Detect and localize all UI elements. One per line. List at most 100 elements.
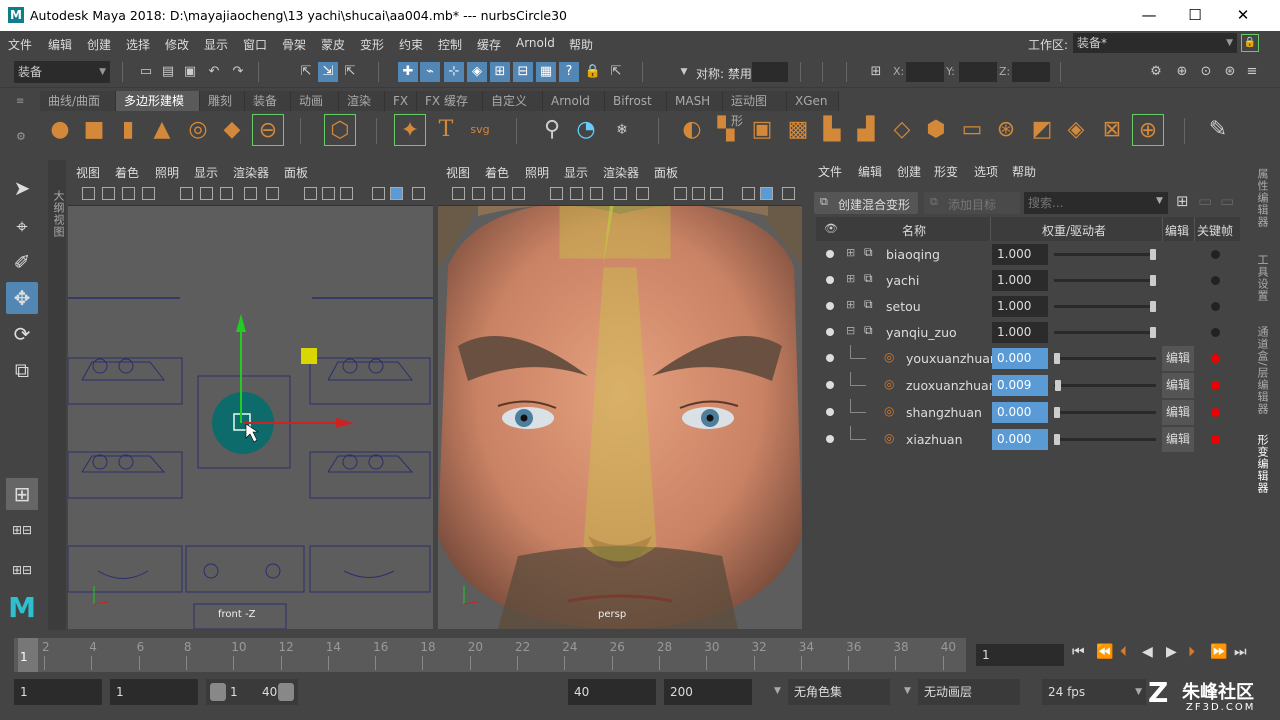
weight-field[interactable]: 1.000	[992, 244, 1048, 265]
weight-slider[interactable]	[1054, 380, 1156, 391]
paint-select-icon[interactable]: ✐	[6, 246, 38, 278]
layout-single-icon[interactable]: ⊞	[6, 478, 38, 510]
scale-tool-icon[interactable]: ⧉	[6, 354, 38, 386]
step-forward-icon[interactable]: ⏩	[1210, 644, 1227, 660]
step-back-icon[interactable]: ⏪	[1096, 644, 1113, 660]
render-settings-icon[interactable]: ⚙	[1146, 62, 1166, 82]
film-gate-icon[interactable]	[200, 187, 213, 200]
slider-handle[interactable]	[1054, 353, 1060, 364]
playback-end-field[interactable]: 40	[568, 679, 656, 705]
slider-handle[interactable]	[1150, 275, 1156, 286]
prev-key-icon[interactable]: ⏴	[1120, 644, 1127, 660]
visibility-dot-icon[interactable]	[826, 250, 834, 258]
select-hierarchy-icon[interactable]: ⇱	[296, 62, 316, 82]
shape-menu-create[interactable]: 创建	[897, 163, 921, 180]
shape-menu-file[interactable]: 文件	[818, 163, 842, 180]
shelf-tab-animation[interactable]: 动画	[291, 91, 339, 111]
shelf-tab-curves[interactable]: 曲线/曲面	[40, 91, 116, 111]
mesh-display-icon[interactable]: ⚲	[536, 114, 568, 146]
snap-grid-icon[interactable]: ✚	[398, 62, 418, 82]
chevron-down-icon[interactable]: ▼	[774, 686, 781, 696]
snap-point-icon[interactable]: ⊹	[444, 62, 464, 82]
chevron-down-icon[interactable]: ▼	[674, 62, 694, 82]
timeline-track[interactable]	[14, 638, 966, 672]
workspace-dropdown[interactable]: 装备* ▼	[1073, 33, 1237, 53]
collapse-icon[interactable]: ⊟	[846, 324, 855, 337]
shape-name[interactable]: zuoxuanzhuan	[906, 378, 997, 393]
gate-mask-icon[interactable]	[244, 187, 257, 200]
current-frame-field[interactable]: 1	[976, 644, 1064, 666]
x-field[interactable]	[906, 62, 944, 82]
menu-deform[interactable]: 变形	[360, 36, 384, 53]
slider-handle[interactable]	[1054, 434, 1060, 445]
expand-icon[interactable]: ⊞	[846, 272, 855, 285]
expand-icon[interactable]: ⊞	[846, 246, 855, 259]
outliner-tab[interactable]: 大纲视图	[48, 160, 66, 630]
gate-mask-icon[interactable]	[614, 187, 627, 200]
shape-name[interactable]: yachi	[886, 273, 919, 288]
weight-field[interactable]: 0.000	[992, 402, 1048, 423]
chevron-down-icon[interactable]: ▼	[904, 686, 911, 696]
shelf-tab-xgen[interactable]: XGen	[787, 91, 839, 111]
viewport-menu-panels[interactable]: 面板	[284, 164, 308, 181]
wireframe-icon[interactable]	[340, 187, 353, 200]
shape-name[interactable]: yanqiu_zuo	[886, 325, 957, 340]
viewport-menu-renderer[interactable]: 渲染器	[233, 164, 269, 181]
safe-action-icon[interactable]	[304, 187, 317, 200]
shelf-tab-bifrost[interactable]: Bifrost	[605, 91, 667, 111]
menu-create[interactable]: 创建	[87, 36, 111, 53]
range-end-handle[interactable]	[278, 683, 294, 701]
range-start-handle[interactable]	[210, 683, 226, 701]
bridge-icon[interactable]: ▙	[816, 114, 848, 146]
menu-skin[interactable]: 蒙皮	[321, 36, 345, 53]
poly-svg-icon[interactable]: svg	[464, 114, 496, 146]
slider-handle[interactable]	[1055, 380, 1061, 391]
weight-slider[interactable]	[1054, 353, 1156, 364]
menu-display[interactable]: 显示	[204, 36, 228, 53]
weight-field[interactable]: 1.000	[992, 322, 1048, 343]
pencil-icon[interactable]: ✎	[1202, 114, 1234, 146]
shape-name[interactable]: biaoqing	[886, 247, 940, 262]
anim-layer-dropdown[interactable]: 无动画层	[918, 679, 1020, 705]
keyframe-dot-icon[interactable]	[1211, 381, 1220, 390]
bookmark-icon[interactable]	[492, 187, 505, 200]
textured-icon[interactable]	[412, 187, 425, 200]
persp-viewport[interactable]: 视图 着色 照明 显示 渲染器 面板 persp	[438, 160, 802, 629]
fps-dropdown[interactable]: 24 fps ▼	[1042, 679, 1146, 705]
mirror-icon[interactable]: ▩	[782, 114, 814, 146]
snowflake-icon[interactable]: ❄	[606, 114, 638, 146]
field-chart-icon[interactable]	[266, 187, 279, 200]
poly-torus-icon[interactable]: ◎	[182, 114, 214, 146]
bevel-icon[interactable]: ◇	[886, 114, 918, 146]
chevron-down-icon[interactable]: ▼	[1156, 196, 1163, 206]
shelf-tab-fx-cache[interactable]: FX 缓存	[417, 91, 483, 111]
shelf-tab-motion-graphics[interactable]: 运动图形	[723, 91, 787, 128]
snap-plane-icon[interactable]: ⊟	[513, 62, 533, 82]
search-input[interactable]	[1024, 192, 1168, 214]
shape-row[interactable]: ⊟ ⧉ yanqiu_zuo 1.000	[816, 319, 1240, 346]
render-icon[interactable]: ⊙	[1196, 62, 1216, 82]
resolution-gate-icon[interactable]	[220, 187, 233, 200]
menu-edit[interactable]: 编辑	[48, 36, 72, 53]
fill-hole-icon[interactable]: ⬢	[920, 114, 952, 146]
shape-row[interactable]: ⊞ ⧉ yachi 1.000	[816, 267, 1240, 294]
grid-icon[interactable]	[550, 187, 563, 200]
move-tool-icon[interactable]: ✥	[6, 282, 38, 314]
extrude-icon[interactable]: ▟	[850, 114, 882, 146]
visibility-dot-icon[interactable]	[826, 381, 834, 389]
shape-menu-options[interactable]: 选项	[974, 163, 998, 180]
refresh-icon[interactable]: ▭	[1220, 192, 1234, 210]
shape-name[interactable]: shangzhuan	[906, 405, 982, 420]
tab-channel-box[interactable]: 通道盒/层编辑器	[1254, 326, 1270, 415]
poly-sphere-icon[interactable]: ●	[44, 114, 76, 146]
viewport-menu-view[interactable]: 视图	[76, 164, 100, 181]
menu-skeleton[interactable]: 骨架	[282, 36, 306, 53]
separate-icon[interactable]: ▚	[710, 114, 742, 146]
viewport-menu-shading[interactable]: 着色	[115, 164, 139, 181]
shape-menu-help[interactable]: 帮助	[1012, 163, 1036, 180]
slider-handle[interactable]	[1150, 249, 1156, 260]
keyframe-dot-icon[interactable]	[1211, 435, 1220, 444]
image-plane-icon[interactable]	[142, 187, 155, 200]
viewport-menu-panels[interactable]: 面板	[654, 164, 678, 181]
menu-file[interactable]: 文件	[8, 36, 32, 53]
